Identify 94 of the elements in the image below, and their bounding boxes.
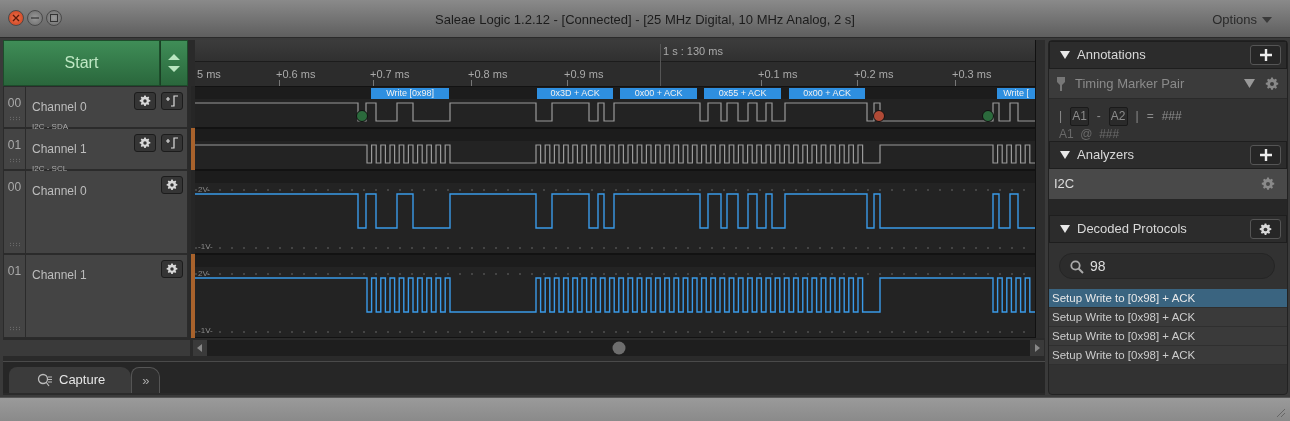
channel-name: Channel 0: [32, 184, 87, 198]
ruler-tick-label: +0.8 ms: [468, 67, 508, 82]
capture-tab[interactable]: Capture: [9, 367, 132, 393]
channel-number: 00: [7, 179, 22, 196]
channel-number: 01: [7, 137, 22, 154]
section-title: Analyzers: [1077, 146, 1136, 165]
channel-name: Channel 1: [32, 142, 87, 156]
channel-name: Channel 0: [32, 100, 87, 114]
maximize-button[interactable]: [46, 10, 62, 26]
settings-button[interactable]: [161, 260, 184, 278]
analyzer-label: I2C - SCL: [32, 163, 69, 175]
channel-name: Channel 1: [32, 268, 87, 282]
channel-number: 01: [7, 263, 22, 280]
scroll-thumb[interactable]: [611, 341, 626, 355]
annotation-label: 0x00 + ACK: [789, 88, 866, 99]
expand-icon[interactable]: [1060, 225, 1070, 233]
settings-icon: [139, 137, 152, 149]
result-item[interactable]: Setup Write to [0x98] + ACK: [1049, 308, 1287, 327]
options-toggle[interactable]: [160, 40, 188, 86]
maximize-icon: [50, 14, 58, 22]
scale-label: -1V-: [198, 325, 213, 337]
up-down-arrows-icon: [167, 52, 181, 74]
settings-button[interactable]: [161, 176, 184, 194]
trigger-edge-icon: [165, 95, 180, 107]
annotation-label: Write [: [997, 88, 1036, 99]
settings-icon[interactable]: [1261, 177, 1275, 191]
resize-grip-icon[interactable]: [1276, 408, 1286, 418]
scroll-left-button[interactable]: [193, 340, 207, 356]
more-tabs-button[interactable]: »: [131, 367, 161, 393]
marker-time-text: A1 @ ###: [1059, 126, 1121, 143]
horizontal-scrollbar[interactable]: [193, 340, 1044, 356]
annotation-label: 0x3D + ACK: [537, 88, 614, 99]
close-button[interactable]: [8, 10, 24, 26]
search-icon: [1070, 260, 1084, 274]
window-title: Saleae Logic 1.2.12 - [Connected] - [25 MHz Digital, 10 MHz Analog, 2 s]: [435, 12, 855, 27]
annotation-label: Write [0x98]: [371, 88, 450, 99]
settings-icon: [166, 263, 179, 275]
formula-text: ###: [1161, 108, 1182, 125]
search-field[interactable]: 98: [1060, 254, 1274, 278]
ruler-tick-label: +0.2 ms: [854, 67, 894, 82]
result-item[interactable]: Setup Write to [0x98] + ACK: [1049, 327, 1287, 346]
scale-label: 2V-: [198, 268, 211, 280]
minimize-icon: [31, 14, 39, 22]
settings-icon[interactable]: [1265, 76, 1279, 91]
result-item[interactable]: Setup Write to [0x98] + ACK: [1049, 346, 1287, 365]
ruler-tick-label: +0.3 ms: [952, 67, 992, 82]
close-icon: [12, 14, 20, 22]
formula-text: -: [1096, 108, 1101, 125]
ruler-tick-label: +0.7 ms: [370, 67, 410, 82]
settings-icon: [1259, 222, 1272, 236]
minimize-button[interactable]: [27, 10, 43, 26]
settings-button[interactable]: [134, 134, 157, 152]
settings-icon: [139, 95, 152, 107]
settings-button[interactable]: [134, 92, 157, 110]
add-button[interactable]: [1250, 45, 1281, 65]
expand-icon[interactable]: [1060, 151, 1070, 159]
expand-icon[interactable]: [1060, 51, 1070, 59]
start-marker[interactable]: [982, 110, 995, 122]
trigger-edge-icon: [165, 137, 180, 149]
plus-icon: [1259, 49, 1272, 61]
formula-text: |: [1059, 108, 1063, 125]
formula-text: |: [1135, 108, 1139, 125]
ruler-tick-label: +0.1 ms: [758, 67, 798, 82]
section-title: Decoded Protocols: [1077, 220, 1188, 239]
plus-icon: [1259, 149, 1272, 161]
stop-marker[interactable]: [873, 110, 886, 122]
trigger-button[interactable]: [161, 92, 184, 110]
time-label: 1 s : 130 ms: [663, 44, 723, 59]
analyzer-item[interactable]: I2C: [1049, 169, 1287, 199]
result-item[interactable]: Setup Write to [0x98] + ACK: [1049, 289, 1287, 308]
scale-label: -1V-: [198, 241, 213, 253]
marker-box: A1: [1070, 107, 1089, 126]
add-button[interactable]: [1250, 145, 1281, 165]
analyzer-label: I2C - SDA: [32, 121, 69, 133]
start-button[interactable]: Start: [3, 40, 160, 86]
trigger-button[interactable]: [161, 134, 184, 152]
formula-text: =: [1146, 108, 1154, 125]
search-icon: [37, 373, 53, 387]
ruler-tick-label: +0.6 ms: [276, 67, 316, 82]
annotation-label: 0x55 + ACK: [704, 88, 782, 99]
caret-icon[interactable]: [1244, 79, 1255, 88]
start-marker[interactable]: [356, 110, 369, 122]
settings-button[interactable]: [1250, 219, 1281, 239]
ruler-tick-label: +0.9 ms: [564, 67, 604, 82]
settings-icon: [166, 179, 179, 191]
marker-box: A2: [1108, 107, 1128, 126]
pin-icon[interactable]: [1057, 76, 1065, 91]
channel-number: 00: [7, 95, 22, 112]
scale-label: 2V-: [198, 184, 211, 196]
scroll-right-button[interactable]: [1030, 340, 1044, 356]
ruler-tick-label: 5 ms: [197, 67, 221, 82]
caret-icon: [1262, 16, 1272, 23]
section-title: Annotations: [1077, 46, 1147, 65]
annotation-label: 0x00 + ACK: [620, 88, 698, 99]
